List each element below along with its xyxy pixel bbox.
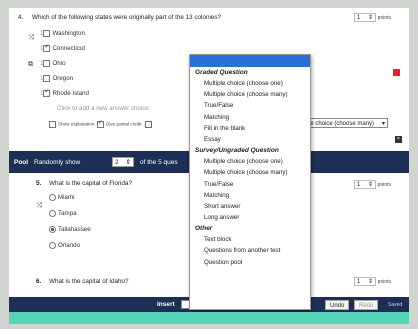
q6-points-stepper[interactable]: 1 ⇕ bbox=[354, 277, 376, 286]
test-editor: 4. Which of the following states were or… bbox=[9, 8, 409, 312]
chevron-down-icon: ▾ bbox=[381, 121, 385, 127]
menu-item-graded-true-false[interactable]: True/False bbox=[190, 100, 310, 111]
menu-item-graded-essay[interactable]: Essay bbox=[190, 134, 310, 145]
q6-points-value: 1 bbox=[357, 278, 361, 285]
menu-group-graded: Graded Question bbox=[195, 69, 248, 76]
add-answer-link[interactable]: Click to add a new answer choice bbox=[57, 105, 149, 112]
close-icon[interactable]: × bbox=[395, 136, 402, 143]
q4-option-2[interactable]: 1Connecticut bbox=[40, 43, 85, 53]
menu-item-graded-matching[interactable]: Matching bbox=[190, 112, 310, 123]
pool-label: Pool bbox=[14, 159, 29, 166]
question-type-select[interactable]: le choice (choose many) ▾ bbox=[306, 118, 388, 128]
copy-icon[interactable]: ⧉ bbox=[28, 61, 33, 69]
q5-option-1-radio[interactable] bbox=[49, 193, 56, 201]
menu-item-survey-mc-many[interactable]: Multiple choice (choose many) bbox=[190, 167, 310, 178]
shuffle-icon[interactable]: ⤨ bbox=[36, 202, 42, 210]
q4-option-1[interactable]: 1 Washington bbox=[40, 29, 85, 37]
give-partial-checkbox[interactable] bbox=[96, 119, 104, 128]
q4-option-4[interactable]: 1 Oregon bbox=[40, 74, 73, 82]
q4-points-label: points bbox=[377, 15, 392, 22]
q4-points-row: 1 ⇕ points bbox=[354, 13, 391, 22]
question-type-menu: Graded Question Multiple choice (choose … bbox=[189, 54, 311, 310]
menu-group-other: Other bbox=[195, 225, 213, 233]
show-explanation-label: Show explanation bbox=[58, 121, 95, 127]
q4-option-5[interactable]: 1Rhode Island bbox=[40, 88, 89, 98]
q5-option-3-radio[interactable] bbox=[49, 225, 56, 233]
menu-item-question-pool[interactable]: Question pool bbox=[190, 257, 310, 268]
q5-number: 5. bbox=[36, 180, 42, 187]
menu-item-survey-matching[interactable]: Matching bbox=[190, 190, 310, 201]
pool-count-stepper[interactable]: 2 ⇕ bbox=[112, 157, 134, 167]
q5-option-2-radio[interactable] bbox=[49, 209, 56, 217]
q6-points-row: 1 ⇕ points bbox=[354, 277, 391, 286]
q4-option-5-checkbox[interactable] bbox=[43, 88, 51, 97]
menu-group-survey: Survey/Ungraded Question bbox=[195, 147, 279, 155]
pool-of-text: of the 5 ques bbox=[140, 159, 178, 166]
question-type-value: le choice (choose many) bbox=[309, 121, 375, 127]
menu-item-graded-mc-many[interactable]: Multiple choice (choose many) bbox=[190, 89, 310, 100]
insert-label: Insert bbox=[157, 301, 175, 308]
menu-item-graded-fill-blank[interactable]: Fill in the blank bbox=[190, 123, 310, 134]
q4-points-stepper[interactable]: 1 ⇕ bbox=[354, 13, 376, 22]
stepper-arrows-icon[interactable]: ⇕ bbox=[368, 14, 373, 21]
q6-text: What is the capital of Idaho? bbox=[49, 278, 129, 285]
q4-option-3[interactable]: 1 Ohio bbox=[40, 59, 66, 67]
q4-option-3-checkbox[interactable] bbox=[43, 59, 51, 67]
stepper-arrows-icon[interactable]: ⇕ bbox=[126, 158, 131, 166]
q5-option-1[interactable]: Miami bbox=[49, 193, 75, 201]
q5-option-4[interactable]: Orlando bbox=[49, 241, 80, 249]
q4-points-value: 1 bbox=[357, 14, 361, 21]
q5-text: What is the capital of Florida? bbox=[49, 180, 132, 187]
q4-options-row: Show explanation Give partial credit bbox=[49, 119, 152, 128]
q5-option-4-radio[interactable] bbox=[49, 241, 56, 249]
menu-item-survey-short-answer[interactable]: Short answer bbox=[190, 201, 310, 212]
q4-option-2-checkbox[interactable] bbox=[43, 43, 51, 52]
q6-number: 6. bbox=[36, 278, 42, 285]
menu-item-survey-true-false[interactable]: True/False bbox=[190, 179, 310, 190]
menu-item-questions-from-test[interactable]: Questions from another test bbox=[190, 245, 310, 256]
shuffle-icon[interactable]: ⤨ bbox=[28, 34, 34, 42]
undo-button[interactable]: Undo bbox=[325, 300, 350, 310]
help-icon[interactable] bbox=[144, 121, 152, 128]
stepper-arrows-icon[interactable]: ⇕ bbox=[368, 181, 373, 188]
menu-item-text-block[interactable]: Text block bbox=[190, 234, 310, 245]
give-partial-label: Give partial credit bbox=[105, 121, 142, 127]
menu-item-survey-long-answer[interactable]: Long answer bbox=[190, 212, 310, 223]
q5-option-3[interactable]: Tallahassee bbox=[49, 225, 91, 233]
q4-option-1-checkbox[interactable] bbox=[43, 29, 51, 37]
saved-status: Saved bbox=[388, 302, 403, 308]
randomly-show-label: Randomly show bbox=[34, 159, 81, 166]
q5-option-2[interactable]: Tampa bbox=[49, 209, 77, 217]
bottom-accent-strip bbox=[9, 312, 409, 324]
q5-points-row: 1 ⇕ points bbox=[354, 180, 391, 189]
q4-text: Which of the following states were origi… bbox=[32, 14, 222, 21]
q4-number: 4. bbox=[18, 14, 24, 21]
menu-item-survey-mc-one[interactable]: Multiple choice (choose one) bbox=[190, 156, 310, 167]
show-explanation-checkbox[interactable] bbox=[49, 120, 56, 128]
pool-count-value: 2 bbox=[115, 158, 119, 166]
q5-points-stepper[interactable]: 1 ⇕ bbox=[354, 180, 376, 189]
redo-button[interactable]: Redo bbox=[354, 300, 379, 310]
q5-points-label: points bbox=[377, 182, 392, 189]
menu-item-graded-mc-one[interactable]: Multiple choice (choose one) bbox=[190, 78, 310, 89]
q6-points-label: points bbox=[377, 279, 392, 286]
pool-count-row: 2 ⇕ bbox=[112, 157, 134, 167]
stepper-arrows-icon[interactable]: ⇕ bbox=[368, 278, 373, 285]
q5-points-value: 1 bbox=[357, 181, 361, 188]
q4-option-4-checkbox[interactable] bbox=[43, 74, 51, 82]
menu-highlighted-row[interactable] bbox=[190, 55, 310, 67]
red-marker-icon[interactable] bbox=[393, 69, 400, 76]
